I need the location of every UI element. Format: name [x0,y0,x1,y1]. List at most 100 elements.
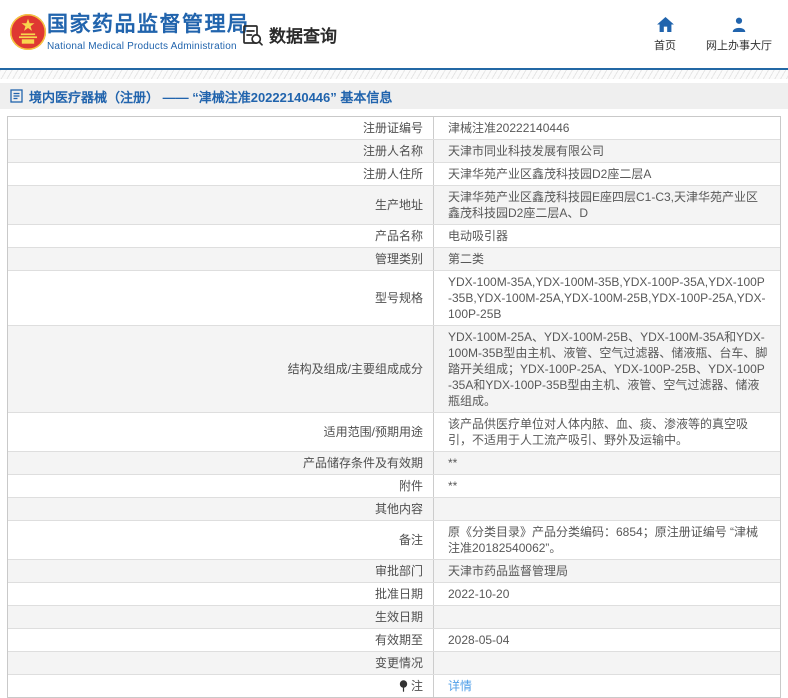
row-value-cell: 电动吸引器 [434,225,780,247]
org-title-block: 国家药品监督管理局 National Medical Products Admi… [47,12,250,53]
national-emblem-logo [9,13,47,51]
row-value-cell: 第二类 [434,248,780,270]
row-label-cell: 适用范围/预期用途 [8,413,434,451]
table-row: 适用范围/预期用途 该产品供医疗单位对人体内脓、血、痰、渗液等的真空吸引，不适用… [8,413,780,452]
row-label: 注册人住所 [363,166,423,182]
row-label-cell: 管理类别 [8,248,434,270]
table-row: 附件 ** [8,475,780,498]
nav-item-home[interactable]: 首页 [654,17,676,53]
table-row: 批准日期 2022-10-20 [8,583,780,606]
table-row: 管理类别 第二类 [8,248,780,271]
nav-item-service-hall[interactable]: 网上办事大厅 [706,17,772,53]
table-row: 产品名称 电动吸引器 [8,225,780,248]
row-label-cell: 变更情况 [8,652,434,674]
data-query-button[interactable]: 数据查询 [240,22,337,47]
striped-divider [0,70,788,79]
row-value-cell: 津械注准20222140446 [434,117,780,139]
row-value: ** [448,478,457,494]
row-value: 电动吸引器 [448,228,508,244]
row-value-cell: 原《分类目录》产品分类编码：6854；原注册证编号 “津械注准201825400… [434,521,780,559]
table-row: 其他内容 [8,498,780,521]
row-label: 注册证编号 [363,120,423,136]
page-title: 境内医疗器械（注册） —— “津械注准20222140446” 基本信息 [29,87,392,106]
nav-service-hall-label: 网上办事大厅 [706,37,772,53]
table-row: 型号规格 YDX-100M-35A,YDX-100M-35B,YDX-100P-… [8,271,780,326]
row-value: ** [448,455,457,471]
row-value: 天津华苑产业区鑫茂科技园E座四层C1-C3,天津华苑产业区鑫茂科技园D2座二层A… [448,189,768,221]
row-label-cell: 批准日期 [8,583,434,605]
row-value-cell [434,606,780,628]
table-row: 生效日期 [8,606,780,629]
row-value-cell: 天津华苑产业区鑫茂科技园D2座二层A [434,163,780,185]
row-label: 适用范围/预期用途 [324,424,423,440]
row-label: 生产地址 [375,197,423,213]
row-label: 有效期至 [375,632,423,648]
row-value-cell [434,652,780,674]
row-label-cell: 生效日期 [8,606,434,628]
site-header: 国家药品监督管理局 National Medical Products Admi… [0,0,788,70]
row-label-cell: 附件 [8,475,434,497]
row-label: 型号规格 [375,290,423,306]
row-value: 第二类 [448,251,484,267]
row-label: 结构及组成/主要组成成分 [288,361,423,377]
table-row: 审批部门 天津市药品监督管理局 [8,560,780,583]
row-value: 津械注准20222140446 [448,120,569,136]
row-label: 附件 [399,478,423,494]
table-row: 结构及组成/主要组成成分 YDX-100M-25A、YDX-100M-25B、Y… [8,326,780,413]
row-value-cell [434,498,780,520]
row-value: 天津市药品监督管理局 [448,563,568,579]
row-value: 天津市同业科技发展有限公司 [448,143,604,159]
document-icon [10,89,23,103]
table-row: 生产地址 天津华苑产业区鑫茂科技园E座四层C1-C3,天津华苑产业区鑫茂科技园D… [8,186,780,225]
table-row: 注册人住所 天津华苑产业区鑫茂科技园D2座二层A [8,163,780,186]
row-label-cell: 生产地址 [8,186,434,224]
row-label: 变更情况 [375,655,423,671]
org-name-en: National Medical Products Administration [47,40,250,53]
document-search-icon [240,23,264,47]
row-value-cell: 天津市药品监督管理局 [434,560,780,582]
row-label-cell: 其他内容 [8,498,434,520]
row-label-cell: 型号规格 [8,271,434,325]
row-value: YDX-100M-25A、YDX-100M-25B、YDX-100M-35A和Y… [448,329,768,409]
row-value-cell: 详情 [434,675,780,697]
table-row: 注 详情 [8,675,780,697]
row-label: 产品名称 [375,228,423,244]
row-value-cell: YDX-100M-35A,YDX-100M-35B,YDX-100P-35A,Y… [434,271,780,325]
row-label-cell: 结构及组成/主要组成成分 [8,326,434,412]
table-row: 产品储存条件及有效期 ** [8,452,780,475]
row-label: 注 [411,678,423,694]
details-link[interactable]: 详情 [448,678,472,694]
row-value-cell: 该产品供医疗单位对人体内脓、血、痰、渗液等的真空吸引，不适用于人工流产吸引、野外… [434,413,780,451]
row-value: YDX-100M-35A,YDX-100M-35B,YDX-100P-35A,Y… [448,274,768,322]
row-label-cell: 注 [8,675,434,697]
row-label: 注册人名称 [363,143,423,159]
row-value-cell: ** [434,475,780,497]
page-title-bar: 境内医疗器械（注册） —— “津械注准20222140446” 基本信息 [0,83,788,109]
row-value-cell: 2028-05-04 [434,629,780,651]
table-row: 有效期至 2028-05-04 [8,629,780,652]
note-balloon-icon [399,680,408,693]
data-query-label: 数据查询 [269,22,337,47]
row-label: 备注 [399,532,423,548]
row-value: 该产品供医疗单位对人体内脓、血、痰、渗液等的真空吸引，不适用于人工流产吸引、野外… [448,416,768,448]
row-value: 天津华苑产业区鑫茂科技园D2座二层A [448,166,651,182]
row-label-cell: 有效期至 [8,629,434,651]
row-label: 管理类别 [375,251,423,267]
row-value-cell: 2022-10-20 [434,583,780,605]
row-label: 审批部门 [375,563,423,579]
person-icon [731,17,747,32]
row-label-cell: 备注 [8,521,434,559]
row-value-cell: ** [434,452,780,474]
top-nav: 首页 网上办事大厅 [654,17,772,53]
row-label-cell: 注册人住所 [8,163,434,185]
row-value: 2022-10-20 [448,586,509,602]
table-row: 注册人名称 天津市同业科技发展有限公司 [8,140,780,163]
registration-info-table: 注册证编号 津械注准20222140446 注册人名称 天津市同业科技发展有限公… [7,116,781,698]
row-value-cell: 天津华苑产业区鑫茂科技园E座四层C1-C3,天津华苑产业区鑫茂科技园D2座二层A… [434,186,780,224]
row-value: 2028-05-04 [448,632,509,648]
row-label-cell: 注册证编号 [8,117,434,139]
row-label: 其他内容 [375,501,423,517]
table-row: 备注 原《分类目录》产品分类编码：6854；原注册证编号 “津械注准201825… [8,521,780,560]
nav-home-label: 首页 [654,37,676,53]
home-icon [657,17,674,32]
